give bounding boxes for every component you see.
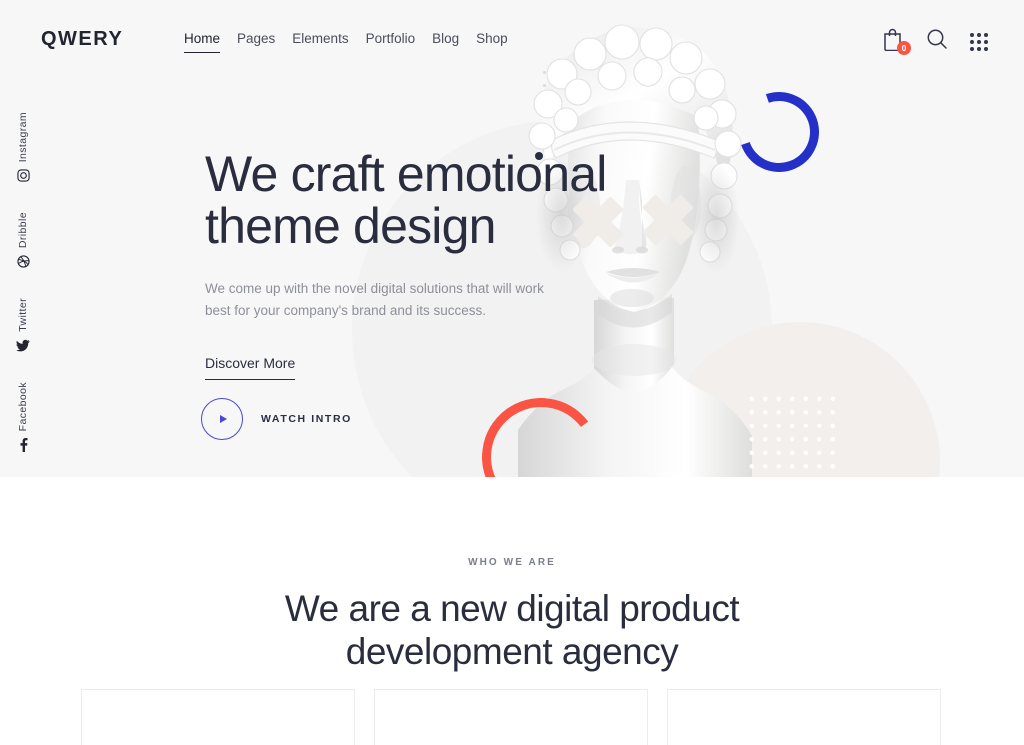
social-link-dribbble[interactable]: Dribble [16,212,30,270]
social-link-instagram[interactable]: Instagram [16,112,30,184]
social-link-facebook[interactable]: Facebook [17,382,29,454]
nav-item-shop[interactable]: Shop [476,31,525,46]
social-label-twitter: Twitter [17,298,29,333]
cart-icon[interactable]: 0 [882,28,911,55]
main-nav: Home Pages Elements Portfolio Blog Shop [184,31,525,53]
feature-card[interactable] [81,689,355,745]
twitter-icon [16,339,30,354]
about-title-line-1: We are a new digital product [284,588,740,629]
nav-item-pages[interactable]: Pages [237,31,292,46]
feature-card[interactable] [667,689,941,745]
social-label-dribbble: Dribble [17,212,29,249]
nav-item-elements[interactable]: Elements [292,31,365,46]
facebook-icon [19,438,28,454]
nav-item-home[interactable]: Home [184,31,221,53]
feature-card[interactable] [374,689,648,745]
about-section: WHO WE ARE We are a new digital product … [0,477,1024,745]
nav-item-blog[interactable]: Blog [432,31,476,46]
discover-more-link[interactable]: Discover More [205,355,296,380]
instagram-icon [16,169,30,184]
play-triangle-icon [219,415,227,423]
about-eyebrow: WHO WE ARE [468,557,556,568]
nav-item-portfolio[interactable]: Portfolio [366,31,433,46]
hero-title-line-1: We craft emotional [205,146,607,202]
social-label-facebook: Facebook [17,382,29,432]
watch-intro-button[interactable]: WATCH INTRO [201,398,352,440]
dot-grid-pattern-bottom [745,392,840,477]
dribbble-icon [16,255,30,270]
hero-title-line-2: theme design [205,198,496,254]
about-title: We are a new digital product development… [0,588,1024,673]
top-navigation-bar: QWERY Home Pages Elements Portfolio Blog… [0,0,1024,78]
grid-menu-icon[interactable] [970,32,988,51]
hero-title: We craft emotional theme design [205,148,675,252]
cart-badge-count: 0 [897,41,911,55]
watch-intro-label: WATCH INTRO [261,413,352,425]
hero-content: We craft emotional theme design We come … [205,148,675,380]
hero-subtitle: We come up with the novel digital soluti… [205,281,544,319]
page-root: QWERY Home Pages Elements Portfolio Blog… [0,0,1024,745]
social-link-twitter[interactable]: Twitter [16,298,30,354]
social-label-instagram: Instagram [17,112,29,163]
about-title-line-2: development agency [345,630,679,672]
site-logo[interactable]: QWERY [41,28,123,51]
search-icon[interactable] [926,28,950,52]
play-circle-icon[interactable] [201,398,243,440]
feature-card-list [81,689,941,745]
social-sidebar: Instagram Dribble Twitter Facebook [0,112,46,482]
nav-icon-group: 0 [882,28,988,55]
